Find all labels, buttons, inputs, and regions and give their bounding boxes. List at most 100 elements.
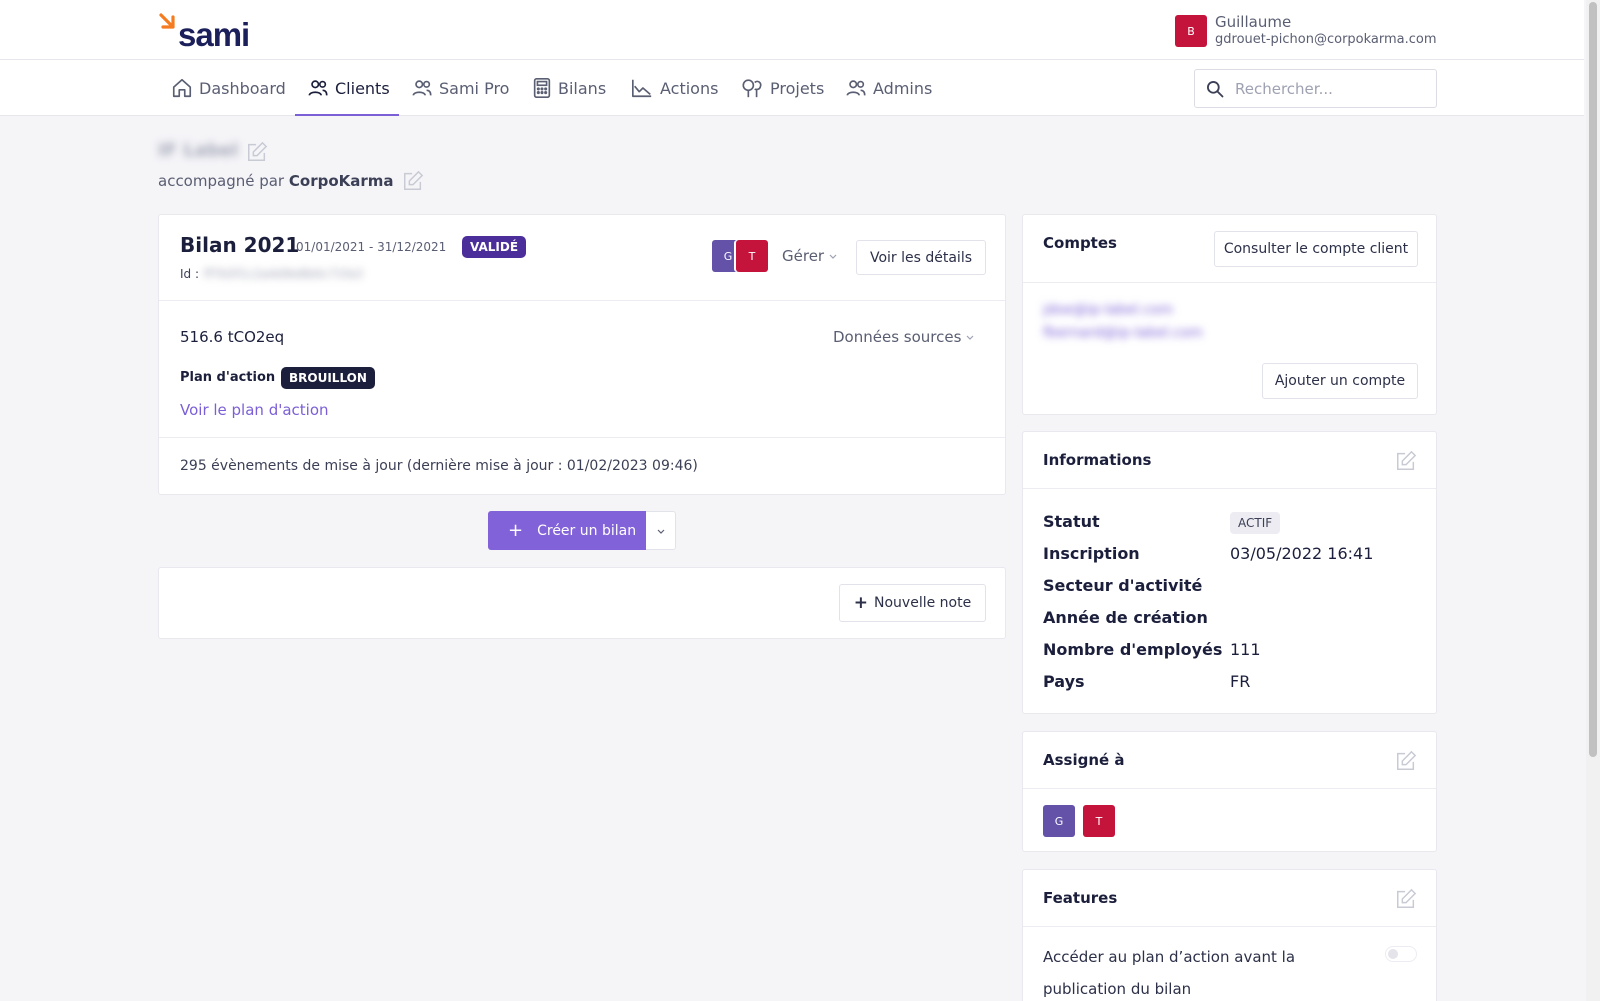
active-tab-indicator: [295, 114, 399, 116]
create-bilan-dropdown[interactable]: [646, 511, 676, 550]
bilan-id-value: ff7b5f1c2a4d9e8b0c71fa3: [204, 267, 363, 281]
search-icon: [1207, 80, 1224, 97]
info-label-employes: Nombre d'employés: [1043, 640, 1223, 659]
nav-item-actions[interactable]: Actions: [630, 60, 718, 116]
search-box[interactable]: [1194, 69, 1437, 108]
action-plan-link[interactable]: Voir le plan d'action: [180, 401, 329, 419]
nav-label: Projets: [770, 78, 825, 98]
statut-badge: ACTIF: [1230, 512, 1281, 534]
accompanied-by: accompagné par CorpoKarma: [158, 172, 394, 190]
comptes-card: Comptes Consulter le compte client jdoe@…: [1022, 214, 1437, 415]
calculator-icon: [533, 78, 551, 98]
nav-item-admins[interactable]: Admins: [845, 60, 932, 116]
details-button[interactable]: Voir les détails: [856, 240, 986, 275]
arrow-logo-icon: [159, 13, 175, 29]
sources-label: Données sources: [833, 328, 962, 346]
bilan-id-label: Id :: [180, 267, 200, 281]
info-label-inscription: Inscription: [1043, 544, 1140, 563]
consult-account-button[interactable]: Consulter le compte client: [1214, 231, 1418, 267]
info-label-annee: Année de création: [1043, 608, 1208, 627]
sources-dropdown[interactable]: Données sources: [833, 328, 975, 346]
assigned-card: Assigné à G T: [1022, 731, 1437, 852]
add-account-button[interactable]: Ajouter un compte: [1262, 363, 1418, 399]
assigned-avatar-t: T: [1083, 805, 1115, 837]
edit-assigned-icon[interactable]: [1395, 750, 1417, 772]
nav-label: Admins: [873, 78, 933, 98]
main-nav: Dashboard Clients Sami Pro Bilans Action…: [0, 60, 1584, 116]
divider: [1023, 926, 1436, 927]
informations-card: Informations Statut ACTIF Inscription 03…: [1022, 431, 1437, 714]
features-card: Features Accéder au plan d’action avant …: [1022, 869, 1437, 1001]
info-value-employes: 111: [1230, 640, 1261, 659]
comptes-title: Comptes: [1043, 234, 1117, 252]
assigned-title: Assigné à: [1043, 751, 1125, 769]
client-name: IF Label: [158, 140, 239, 161]
users-icon: [412, 80, 432, 96]
toggle-knob: [1388, 949, 1398, 959]
nav-item-bilans[interactable]: Bilans: [532, 60, 606, 116]
account-email-1[interactable]: jdoe@ip-label.com: [1043, 302, 1173, 318]
feature-item-line1: Accéder au plan d’action avant la: [1043, 948, 1296, 966]
divider: [159, 437, 1005, 438]
action-plan-label: Plan d'action: [180, 370, 276, 385]
informations-title: Informations: [1043, 451, 1152, 469]
info-label-pays: Pays: [1043, 672, 1085, 691]
user-email: gdrouet-pichon@corpokarma.com: [1215, 32, 1437, 47]
bilan-assignee-t: T: [736, 240, 768, 272]
divider: [1023, 788, 1436, 789]
events-text: 295 évènements de mise à jour (dernière …: [180, 458, 698, 474]
user-name: Guillaume: [1215, 13, 1292, 31]
plus-icon: +: [853, 593, 869, 613]
info-label-statut: Statut: [1043, 512, 1100, 531]
scrollbar-thumb[interactable]: [1589, 2, 1597, 757]
bilan-period: 01/01/2021 - 31/12/2021: [296, 240, 447, 254]
nav-label: Sami Pro: [439, 78, 510, 98]
create-bilan-button[interactable]: + Créer un bilan: [488, 511, 646, 550]
chevron-down-icon: [966, 335, 974, 340]
info-label-secteur: Secteur d'activité: [1043, 576, 1203, 595]
action-plan-badge: BROUILLON: [281, 367, 375, 389]
nav-label: Bilans: [558, 78, 607, 98]
plus-icon: +: [508, 520, 524, 541]
home-icon: [172, 78, 192, 98]
user-avatar: B: [1175, 15, 1207, 47]
accompanied-company: CorpoKarma: [288, 172, 394, 190]
edit-client-name-icon[interactable]: [246, 141, 268, 163]
top-header: sami B Guillaume gdrouet-pichon@corpokar…: [0, 0, 1584, 60]
chevron-down-icon: [829, 254, 837, 259]
search-input[interactable]: [1235, 79, 1425, 98]
chevron-down-icon: [657, 529, 664, 534]
edit-informations-icon[interactable]: [1395, 450, 1417, 472]
feature-item-line2: publication du bilan: [1043, 980, 1192, 998]
info-value-pays: FR: [1230, 672, 1251, 691]
nav-item-clients[interactable]: Clients: [307, 60, 390, 116]
divider: [1023, 488, 1436, 489]
sami-logo[interactable]: sami: [158, 12, 250, 53]
bilan-title: Bilan 2021: [180, 233, 300, 257]
edit-features-icon[interactable]: [1395, 888, 1417, 910]
info-value-inscription: 03/05/2022 16:41: [1230, 544, 1374, 563]
assigned-avatar-g: G: [1043, 805, 1075, 837]
nav-label: Dashboard: [199, 78, 286, 98]
account-email-2[interactable]: fbernard@ip-label.com: [1043, 325, 1203, 341]
divider: [159, 300, 1005, 301]
new-note-label: Nouvelle note: [874, 595, 972, 611]
edit-accompanied-icon[interactable]: [402, 170, 424, 192]
new-note-button[interactable]: + Nouvelle note: [839, 584, 986, 622]
nav-item-sami-pro[interactable]: Sami Pro: [411, 60, 509, 116]
feature-toggle[interactable]: [1385, 946, 1417, 962]
accompanied-prefix: accompagné par: [158, 172, 285, 190]
bilan-status-badge: VALIDÉ: [462, 236, 527, 258]
nav-label: Actions: [660, 78, 719, 98]
user-menu[interactable]: B Guillaume gdrouet-pichon@corpokarma.co…: [1175, 13, 1437, 49]
nav-item-dashboard[interactable]: Dashboard: [171, 60, 286, 116]
manage-dropdown[interactable]: Gérer: [782, 247, 838, 265]
features-title: Features: [1043, 889, 1118, 907]
manage-label: Gérer: [782, 247, 825, 265]
users-icon: [308, 80, 328, 96]
chart-line-icon: [632, 79, 652, 98]
nav-item-projets[interactable]: Projets: [740, 60, 824, 116]
emissions-value: 516.6 tCO2eq: [180, 328, 285, 346]
users-icon: [846, 80, 866, 96]
bilan-card: Bilan 2021 01/01/2021 - 31/12/2021 VALID…: [158, 214, 1006, 495]
